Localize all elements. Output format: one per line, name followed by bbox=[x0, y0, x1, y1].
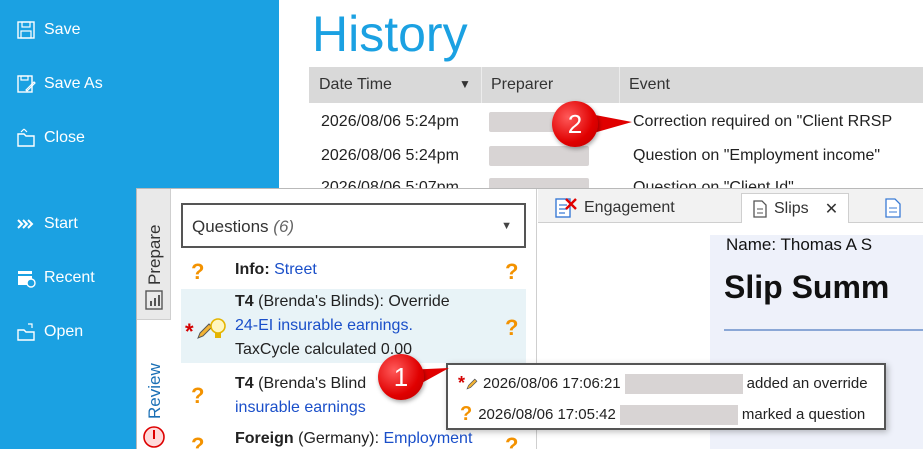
nav-close-label: Close bbox=[44, 129, 85, 146]
callout-2: 2 bbox=[552, 101, 598, 147]
alert-icon bbox=[143, 426, 165, 448]
tab-engagement-label: Engagement bbox=[584, 199, 675, 216]
lightbulb-icon bbox=[210, 318, 226, 338]
screen: Save Save As Close Start Recent Open His… bbox=[0, 0, 923, 449]
question-link[interactable]: 24-EI insurable earnings. bbox=[235, 317, 413, 335]
question-text: T4 (Brenda's Blinds): Override bbox=[235, 293, 450, 310]
nav-start-label: Start bbox=[44, 215, 78, 232]
document-icon[interactable] bbox=[884, 197, 902, 219]
question-icon: ? bbox=[460, 403, 473, 425]
side-tab-strip: Prepare Review bbox=[137, 189, 171, 449]
nav-recent-label: Recent bbox=[44, 269, 95, 286]
divider bbox=[724, 329, 923, 331]
override-star-icon: * bbox=[185, 319, 194, 344]
column-header-date-time[interactable]: Date Time bbox=[319, 76, 392, 94]
tooltip-time: 2026/08/06 17:06:21 bbox=[483, 375, 621, 392]
nav-save-label: Save bbox=[44, 21, 81, 38]
document-error-icon bbox=[555, 198, 577, 218]
row-date: 2026/08/06 5:24pm bbox=[321, 147, 459, 164]
row-event: Correction required on "Client RRSP bbox=[633, 113, 893, 130]
questions-select-label: Questions (6) bbox=[192, 217, 295, 236]
document-icon bbox=[753, 199, 767, 218]
redacted-preparer bbox=[619, 404, 738, 425]
nav-open-label: Open bbox=[44, 323, 84, 340]
close-icon[interactable]: ✕ bbox=[825, 199, 838, 219]
callout-1: 1 bbox=[378, 354, 424, 400]
question-icon: ? bbox=[505, 259, 519, 284]
question-link[interactable]: insurable earnings bbox=[235, 399, 366, 417]
tab-slips-label: Slips bbox=[774, 199, 809, 217]
document-title: Slip Summ bbox=[724, 269, 890, 305]
column-divider bbox=[619, 67, 620, 103]
override-star-icon: * bbox=[458, 373, 466, 393]
table-row[interactable]: 2026/08/06 5:24pm Question on "Employmen… bbox=[309, 140, 923, 172]
recent-icon bbox=[18, 271, 36, 288]
form-chart-icon bbox=[145, 290, 163, 310]
tooltip-row: * 2026/08/06 17:06:21 added an override bbox=[458, 373, 868, 394]
tab-engagement[interactable]: Engagement bbox=[554, 193, 675, 223]
column-header-event[interactable]: Event bbox=[629, 76, 670, 94]
nav-close[interactable]: Close bbox=[16, 128, 85, 148]
history-tooltip: * 2026/08/06 17:06:21 added an override … bbox=[446, 363, 886, 430]
tab-prepare[interactable]: Prepare bbox=[145, 225, 165, 285]
open-icon bbox=[17, 323, 35, 341]
tab-slips[interactable]: Slips ✕ bbox=[741, 193, 850, 223]
column-header-preparer[interactable]: Preparer bbox=[491, 76, 553, 94]
nav-save-as-label: Save As bbox=[44, 75, 103, 92]
document-tabs: Engagement Slips ✕ bbox=[538, 189, 923, 223]
start-icon bbox=[17, 219, 34, 229]
nav-save[interactable]: Save bbox=[16, 20, 80, 40]
redacted-preparer bbox=[489, 146, 589, 166]
question-icon: ? bbox=[505, 433, 519, 449]
row-event: Question on "Employment income" bbox=[633, 147, 881, 164]
tooltip-time: 2026/08/06 17:05:42 bbox=[478, 406, 616, 423]
list-item[interactable]: * T4 (Brenda's Blinds): Override 24-EI i… bbox=[181, 289, 526, 363]
nav-recent[interactable]: Recent bbox=[16, 268, 95, 288]
pencil-icon bbox=[466, 378, 478, 390]
list-item[interactable]: ? Info: Street ? bbox=[181, 257, 526, 285]
nav-start[interactable]: Start bbox=[16, 214, 78, 234]
tooltip-action: added an override bbox=[746, 375, 868, 392]
save-as-icon bbox=[17, 75, 36, 93]
question-icon: ? bbox=[505, 315, 519, 340]
question-icon: ? bbox=[191, 433, 205, 449]
column-divider bbox=[481, 67, 482, 103]
chevron-down-icon: ▼ bbox=[501, 220, 512, 232]
question-text: Foreign (Germany): Employment bbox=[235, 430, 473, 447]
nav-open[interactable]: Open bbox=[16, 322, 83, 342]
question-icon: ? bbox=[191, 259, 205, 284]
question-text: Info: Street bbox=[235, 261, 317, 278]
row-date: 2026/08/06 5:24pm bbox=[321, 113, 459, 130]
save-icon bbox=[17, 21, 35, 39]
tooltip-row: ? 2026/08/06 17:05:42 marked a question bbox=[458, 403, 865, 426]
history-table-header: Date Time ▼ Preparer Event bbox=[309, 67, 923, 103]
tab-review[interactable]: Review bbox=[145, 363, 165, 419]
tooltip-action: marked a question bbox=[741, 406, 866, 423]
questions-filter-select[interactable]: Questions (6) ▼ bbox=[181, 203, 526, 248]
page-title: History bbox=[312, 6, 468, 62]
list-item[interactable]: ? Foreign (Germany): Employment ? bbox=[181, 427, 526, 449]
taxpayer-name: Name: Thomas A S bbox=[726, 235, 873, 254]
close-folder-icon bbox=[17, 128, 35, 147]
question-note: TaxCycle calculated 0.00 bbox=[235, 341, 412, 358]
question-icon: ? bbox=[191, 383, 205, 408]
redacted-preparer bbox=[624, 373, 743, 394]
nav-save-as[interactable]: Save As bbox=[16, 74, 103, 94]
question-text: T4 (Brenda's Blind bbox=[235, 375, 367, 392]
sort-descending-icon[interactable]: ▼ bbox=[459, 77, 471, 91]
